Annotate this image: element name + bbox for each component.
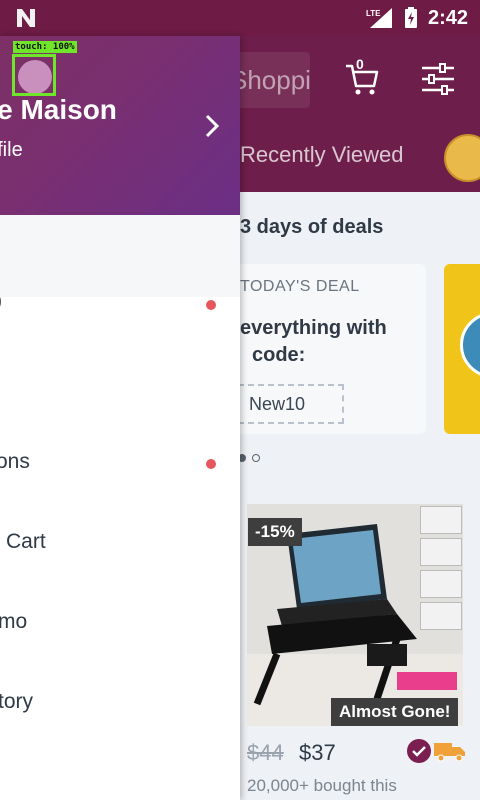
shipping-truck-icon [434, 743, 465, 762]
deal-label: TODAY'S DEAL [240, 278, 360, 295]
lte-signal-icon: LTE [366, 8, 392, 28]
bought-count: 20,000+ bought this [247, 776, 397, 795]
status-bar: LTE 2:42 [0, 0, 480, 36]
stock-badge: Almost Gone! [331, 698, 459, 726]
clock: 2:42 [427, 6, 468, 29]
drawer-menu-item-label: tory [0, 690, 34, 713]
tab-recently-viewed[interactable]: Recently Viewed [240, 142, 403, 168]
carousel-dot [252, 454, 260, 462]
drawer-menu-item[interactable]: 0 [0, 273, 240, 337]
view-profile-link[interactable]: Profile [0, 139, 23, 162]
discount-badge: -15% [248, 518, 302, 546]
deal-text-line1: everything with [240, 317, 387, 339]
product-thumbnails[interactable] [420, 506, 464, 634]
notification-dot [206, 459, 216, 469]
thumbnail[interactable] [420, 538, 462, 566]
thumbnail[interactable] [420, 570, 462, 598]
navigation-drawer[interactable]: touch: 100% ge Maison Profile 0 ons Cart mo… [0, 36, 240, 800]
drawer-menu-item-label: Cart [6, 530, 46, 553]
android-n-icon [17, 9, 35, 27]
chevron-right-icon[interactable] [202, 112, 222, 140]
battery-charging-icon [404, 7, 417, 28]
promo-code[interactable]: New10 [238, 384, 344, 424]
cart-count: 0 [356, 56, 364, 72]
drawer-menu-item-label: mo [0, 610, 28, 633]
thumbnail[interactable] [420, 602, 462, 630]
drawer-menu-item-label: ons [0, 450, 30, 473]
deal-text-line2: code: [252, 344, 306, 366]
old-price: $44 [247, 740, 284, 765]
filter-icon[interactable] [420, 62, 456, 96]
touch-indicator-label: touch: 100% [13, 41, 77, 53]
drawer-menu-item[interactable] [0, 353, 240, 417]
drawer-menu-item[interactable]: mo [0, 592, 240, 656]
drawer-menu-item[interactable]: tory [0, 672, 240, 736]
deals-section-title: 3 days of deals [240, 216, 384, 238]
thumbnail[interactable] [420, 506, 462, 534]
price: $37 [299, 740, 336, 765]
touch-indicator [12, 54, 56, 96]
drawer-menu-item[interactable]: ons [0, 432, 240, 496]
verified-icon [407, 739, 431, 763]
svg-text:LTE: LTE [366, 9, 381, 18]
drawer-menu-item[interactable]: Cart [0, 512, 240, 576]
deal-card-next[interactable] [444, 264, 480, 434]
carousel-dots [238, 454, 260, 462]
notification-dot [206, 300, 216, 310]
globe-icon [460, 312, 480, 378]
drawer-menu-item-label: 0 [0, 291, 2, 315]
drawer-header[interactable]: touch: 100% ge Maison Profile [0, 36, 240, 215]
user-name: ge Maison [0, 94, 117, 125]
